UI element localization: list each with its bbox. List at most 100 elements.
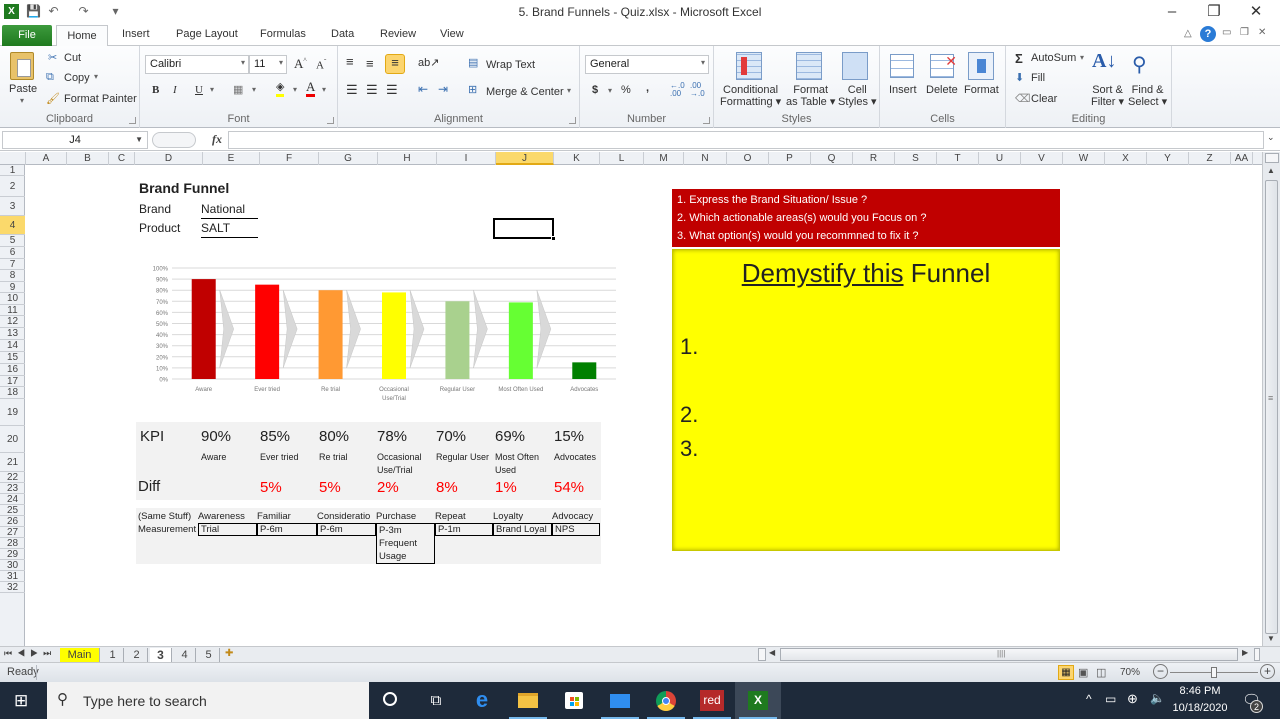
alignment-dialog-launcher[interactable] <box>569 117 576 124</box>
brand-value[interactable]: National <box>201 202 258 219</box>
tab-formulas[interactable]: Formulas <box>260 28 306 40</box>
answer-item-1[interactable]: 1. <box>680 334 698 360</box>
row-header-10[interactable]: 10 <box>0 293 25 305</box>
measurement-cell[interactable]: P-6m <box>317 523 376 536</box>
column-header-n[interactable]: N <box>684 152 727 165</box>
kpi-diff-value[interactable]: 54% <box>554 479 584 496</box>
clock-time[interactable]: 8:46 PM <box>1170 685 1230 697</box>
column-header-e[interactable]: E <box>203 152 260 165</box>
delete-button[interactable]: Delete <box>926 84 958 96</box>
increase-indent-icon[interactable]: ⇥ <box>438 82 448 96</box>
font-name-select[interactable]: Calibri ▾ <box>145 55 249 74</box>
sheet-tab-5[interactable]: 5 <box>198 648 220 662</box>
sheet-tab-4[interactable]: 4 <box>174 648 196 662</box>
kpi-value[interactable]: 69% <box>495 428 525 445</box>
row-header-14[interactable]: 14 <box>0 340 25 352</box>
workbook-restore-icon[interactable]: ❐ <box>1240 27 1249 38</box>
help-icon[interactable]: ? <box>1200 26 1216 42</box>
cell-styles-button[interactable]: Cell Styles ▾ <box>838 84 877 108</box>
font-color-dropdown-icon[interactable]: ▾ <box>322 85 326 94</box>
edge-icon[interactable]: e <box>459 682 505 719</box>
row-header-32[interactable]: 32 <box>0 582 25 593</box>
tab-view[interactable]: View <box>440 28 464 40</box>
currency-button[interactable]: $ <box>592 84 598 96</box>
column-header-s[interactable]: S <box>895 152 937 165</box>
cut-button[interactable]: Cut <box>64 52 81 64</box>
kpi-value[interactable]: 15% <box>554 428 584 445</box>
measurement-cell[interactable]: Brand Loyal <box>493 523 552 536</box>
column-header-w[interactable]: W <box>1063 152 1105 165</box>
measurement-cell[interactable]: Trial <box>198 523 257 536</box>
column-header-aa[interactable]: AA <box>1231 152 1253 165</box>
column-header-t[interactable]: T <box>937 152 979 165</box>
row-header-17[interactable]: 17 <box>0 376 25 387</box>
conditional-formatting-button[interactable]: Conditional Formatting ▾ <box>720 84 781 108</box>
grow-font-icon[interactable]: A^ <box>294 56 307 72</box>
zoom-slider-thumb[interactable] <box>1211 667 1217 678</box>
align-middle-icon[interactable]: ≡ <box>366 56 374 71</box>
sheet-tab-1[interactable]: 1 <box>102 648 124 662</box>
align-top-icon[interactable]: ≡ <box>346 54 354 69</box>
sheet-nav-icons[interactable]: ⏮◀▶⏭ <box>4 648 56 659</box>
kpi-diff-value[interactable]: 8% <box>436 479 458 496</box>
align-left-icon[interactable]: ☰ <box>346 82 358 98</box>
format-as-table-button[interactable]: Format as Table ▾ <box>786 84 835 108</box>
decrease-indent-icon[interactable]: ⇤ <box>418 82 428 96</box>
merge-center-button[interactable]: Merge & Center <box>486 86 564 98</box>
find-select-button[interactable]: Find & Select ▾ <box>1128 84 1167 108</box>
kpi-value[interactable]: 85% <box>260 428 290 445</box>
select-all-corner[interactable] <box>0 152 26 165</box>
tab-split-handle[interactable] <box>758 648 766 661</box>
column-header-x[interactable]: X <box>1105 152 1147 165</box>
column-header-l[interactable]: L <box>600 152 644 165</box>
chrome-icon[interactable] <box>643 682 689 719</box>
currency-dropdown-icon[interactable]: ▾ <box>608 86 612 95</box>
clear-button[interactable]: Clear <box>1031 93 1057 105</box>
row-header-8[interactable]: 8 <box>0 270 25 282</box>
sheet-tab-3[interactable]: 3 <box>150 648 172 662</box>
copy-button[interactable]: Copy <box>64 72 90 84</box>
column-header-c[interactable]: C <box>109 152 135 165</box>
fill-handle[interactable] <box>551 236 556 241</box>
row-header-4[interactable]: 4 <box>0 216 25 235</box>
column-header-o[interactable]: O <box>727 152 769 165</box>
autosum-dropdown-icon[interactable]: ▾ <box>1080 53 1084 62</box>
tab-data[interactable]: Data <box>331 28 354 40</box>
workbook-close-icon[interactable]: ✕ <box>1258 27 1266 38</box>
borders-icon[interactable]: ▦ <box>233 83 243 96</box>
row-header-24[interactable]: 24 <box>0 494 25 505</box>
kpi-value[interactable]: 70% <box>436 428 466 445</box>
row-header-11[interactable]: 11 <box>0 305 25 316</box>
vertical-scroll-thumb[interactable]: ≡ <box>1265 180 1278 634</box>
align-center-icon[interactable]: ☰ <box>366 82 378 98</box>
hsplit-box[interactable] <box>1254 648 1260 661</box>
row-header-18[interactable]: 18 <box>0 387 25 399</box>
column-header-k[interactable]: K <box>554 152 600 165</box>
autosum-button[interactable]: AutoSum <box>1031 52 1076 64</box>
excel-taskbar-icon[interactable]: X <box>735 682 781 719</box>
insert-function-button[interactable]: fx <box>212 132 222 147</box>
zoom-in-button[interactable]: + <box>1260 664 1275 679</box>
questions-box[interactable]: 1. Express the Brand Situation/ Issue ? … <box>672 189 1060 247</box>
paste-icon[interactable] <box>10 52 34 80</box>
zoom-slider-track[interactable] <box>1170 667 1258 678</box>
page-layout-view-icon[interactable]: ▣ <box>1078 666 1088 679</box>
file-explorer-icon[interactable] <box>505 682 551 719</box>
battery-icon[interactable]: ▭ <box>1105 692 1116 706</box>
expand-formula-bar-icon[interactable]: ⌄ <box>1267 132 1275 143</box>
font-color-icon[interactable]: A <box>306 80 316 97</box>
volume-icon[interactable]: 🔈 <box>1150 691 1165 705</box>
borders-dropdown-icon[interactable]: ▾ <box>252 85 256 94</box>
scroll-up-icon[interactable]: ▲ <box>1267 166 1275 175</box>
split-box[interactable] <box>1265 153 1279 163</box>
orientation-icon[interactable]: ab↗ <box>418 56 439 69</box>
merge-dropdown-icon[interactable]: ▾ <box>567 86 571 95</box>
column-header-r[interactable]: R <box>853 152 895 165</box>
paste-button[interactable]: Paste <box>9 83 37 95</box>
store-icon[interactable] <box>551 682 597 719</box>
sheet-tab-main[interactable]: Main <box>60 648 100 662</box>
row-header-26[interactable]: 26 <box>0 516 25 527</box>
percent-button[interactable]: % <box>621 84 631 96</box>
fill-button[interactable]: Fill <box>1031 72 1045 84</box>
selected-cell-j4[interactable] <box>493 218 556 241</box>
